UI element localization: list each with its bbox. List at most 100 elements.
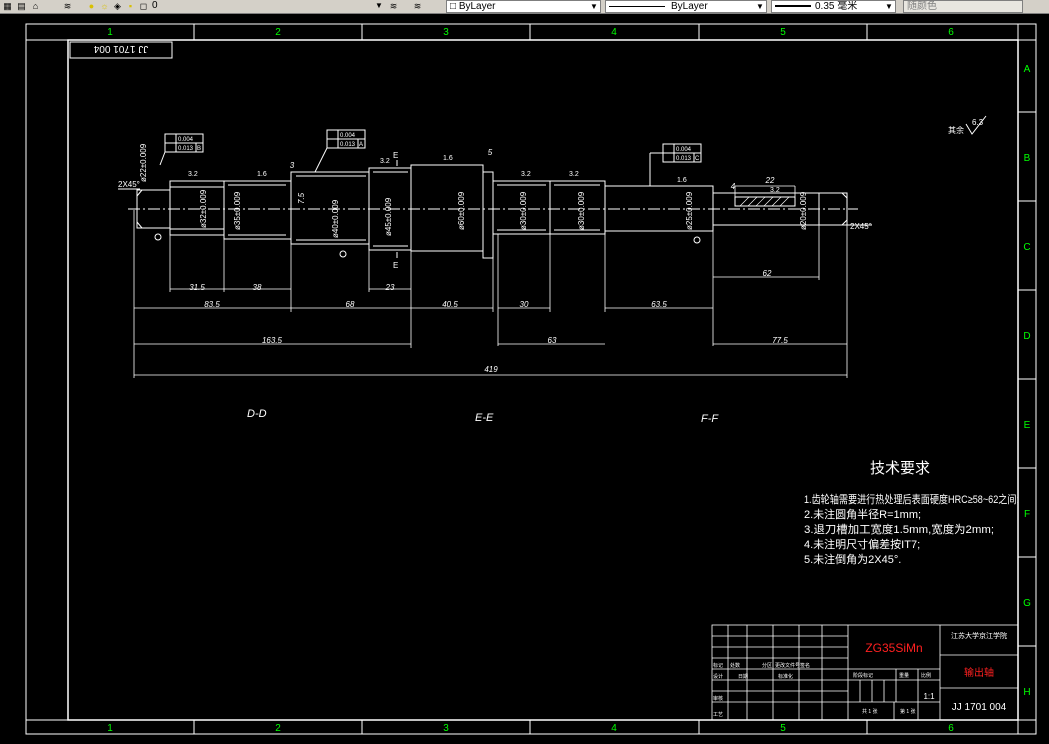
diameter-label: ø20±0.009 xyxy=(799,191,808,230)
row-label: B xyxy=(1024,153,1031,164)
dimension-value: 31.5 xyxy=(189,283,205,292)
row-label: A xyxy=(1024,64,1031,75)
row-label: E xyxy=(1024,420,1031,431)
section-mark: E xyxy=(393,261,398,270)
datum-letter: C xyxy=(695,156,700,162)
dimension-values: 31.5 38 83.5 68 23 40.5 30 63.5 163.5 63… xyxy=(189,148,788,374)
col-label-top: 3 xyxy=(443,27,449,38)
section-label: E-E xyxy=(475,412,494,424)
plotstyle-dropdown: 随颜色 xyxy=(903,0,1023,13)
tolerance-value: 0.013 xyxy=(178,146,194,152)
roughness-mark: 1.6 xyxy=(677,177,687,184)
chamfer-left: 2X45° xyxy=(118,180,140,189)
section-label: D-D xyxy=(247,408,267,420)
col-label-top: 5 xyxy=(780,27,786,38)
lineweight-dropdown[interactable]: 0.35 毫米 ▼ xyxy=(771,0,896,13)
layer-dropdown[interactable]: 0 ▼ xyxy=(149,0,385,13)
dimension-value: 4 xyxy=(731,182,736,191)
dimension-value: 77.5 xyxy=(772,336,788,345)
header-cell: 签名 xyxy=(800,662,810,669)
shaft-outline xyxy=(136,164,848,259)
linetype-dropdown[interactable]: ByLayer ▼ xyxy=(605,0,767,13)
diameter-label: ø45±0.009 xyxy=(384,197,393,236)
tolerance-value: 0.013 xyxy=(676,156,692,162)
datum-letter: B xyxy=(197,146,201,152)
design-cell: 标准化 xyxy=(778,673,793,680)
surface-note: 其余 xyxy=(948,125,964,135)
dimension-value: 7.5 xyxy=(297,192,306,204)
chevron-down-icon[interactable]: ▼ xyxy=(374,0,384,11)
make-current-layer-icon[interactable]: ≋ xyxy=(388,1,399,12)
drawing-number: JJ 1701 004 xyxy=(952,702,1007,713)
dimension-value: 68 xyxy=(346,300,355,309)
col-label-bottom: 6 xyxy=(948,723,954,734)
color-dropdown[interactable]: □ ByLayer ▼ xyxy=(446,0,601,13)
col-label-bottom: 1 xyxy=(107,723,113,734)
layer-stack-icon[interactable]: ≋ xyxy=(62,1,73,12)
row-label: F xyxy=(1024,509,1030,520)
header-cell: 处数 xyxy=(730,662,740,669)
sun-icon[interactable]: ☼ xyxy=(99,1,110,12)
col-label-top: 6 xyxy=(948,27,954,38)
inner-frame xyxy=(67,39,1019,721)
row-label: G xyxy=(1023,598,1031,609)
col-label-top: 2 xyxy=(275,27,281,38)
section-cut-marks: E E xyxy=(393,151,398,270)
layer-color-icon[interactable]: ◈ xyxy=(112,1,123,12)
section-labels: D-D E-E F-F xyxy=(247,408,719,425)
layer-manager-icon[interactable]: ▦ xyxy=(2,1,13,12)
lineweight-sample xyxy=(775,5,811,8)
sheets-total: 共 1 张 xyxy=(862,708,878,715)
row-label: 设计 xyxy=(713,673,723,680)
chevron-down-icon[interactable]: ▼ xyxy=(589,1,599,12)
diameter-labels: ø22±0.009 ø32±0.009 ø35±0.009 ø40±0.009 … xyxy=(139,143,808,238)
scale-value: 1:1 xyxy=(923,692,935,701)
section-label: F-F xyxy=(701,413,719,425)
roughness-mark: 3.2 xyxy=(770,187,780,194)
zone-labels: 1 2 3 4 5 6 1 2 3 4 5 6 A B C D E F G H xyxy=(107,27,1031,734)
roughness-mark: 1.6 xyxy=(443,155,453,162)
tolerance-value: 0.013 xyxy=(340,142,356,148)
diameter-label: ø25±0.009 xyxy=(685,191,694,230)
dimension-value: 63.5 xyxy=(651,300,667,309)
tolerance-values: 0.004 0.013 B 0.004 0.013 A 0.004 0.013 … xyxy=(178,133,700,162)
weight-label: 重量 xyxy=(899,672,909,679)
part-name: 输出轴 xyxy=(964,666,994,679)
tolerance-value: 0.004 xyxy=(178,137,194,143)
lineweight-dropdown-value: 0.35 毫米 xyxy=(815,1,858,12)
home-icon[interactable]: ⌂ xyxy=(30,1,41,12)
outer-frame xyxy=(25,23,1037,735)
rotated-drawing-number: JJ 1701 004 xyxy=(93,43,148,54)
color-dropdown-value: ByLayer xyxy=(458,1,496,12)
col-label-bottom: 5 xyxy=(780,723,786,734)
section-mark: E xyxy=(393,151,398,160)
col-label-bottom: 2 xyxy=(275,723,281,734)
row-label: 标记 xyxy=(713,662,723,669)
linetype-sample xyxy=(609,5,665,7)
tech-requirement-item: 3.退刀槽加工宽度1.5mm,宽度为2mm; xyxy=(804,522,994,536)
diameter-label: ø30±0.009 xyxy=(577,191,586,230)
lightbulb-icon[interactable]: ● xyxy=(86,1,97,12)
school-name: 江苏大学京江学院 xyxy=(951,631,1007,640)
tolerance-frames xyxy=(159,129,702,186)
layer-previous-icon[interactable]: ≋ xyxy=(412,1,423,12)
lock-icon[interactable]: ▪ xyxy=(125,1,136,12)
roughness-mark: 1.6 xyxy=(257,171,267,178)
chamfer-right: 2X45° xyxy=(850,222,872,231)
datum-markers xyxy=(154,233,701,258)
drawing-canvas[interactable]: 1 2 3 4 5 6 1 2 3 4 5 6 A B C D E F G H … xyxy=(0,14,1049,739)
tech-requirements-title: 技术要求 xyxy=(870,460,930,477)
tech-requirements-list: 1.齿轮轴需要进行热处理后表面硬度HRC≥58~62之间; 2.未注圆角半径R=… xyxy=(804,492,1019,566)
properties-toolbar: ▦ ▤ ⌂ ≋ ● ☼ ◈ ▪ ◻ 0 ▼ ≋ ≋ □ ByLayer ▼ By… xyxy=(0,0,1049,14)
chevron-down-icon[interactable]: ▼ xyxy=(884,1,894,12)
col-label-top: 1 xyxy=(107,27,113,38)
layer-tool-icon[interactable]: ▤ xyxy=(16,1,27,12)
col-label-bottom: 4 xyxy=(611,723,617,734)
dimension-value: 62 xyxy=(763,269,772,278)
row-label: 审核 xyxy=(713,695,723,702)
datum-letter: A xyxy=(359,142,363,148)
drawing-svg: 1 2 3 4 5 6 1 2 3 4 5 6 A B C D E F G H … xyxy=(25,23,1037,735)
diameter-label: ø40±0.009 xyxy=(331,199,340,238)
color-swatch-icon[interactable]: ◻ xyxy=(138,1,149,12)
chevron-down-icon[interactable]: ▼ xyxy=(755,1,765,12)
